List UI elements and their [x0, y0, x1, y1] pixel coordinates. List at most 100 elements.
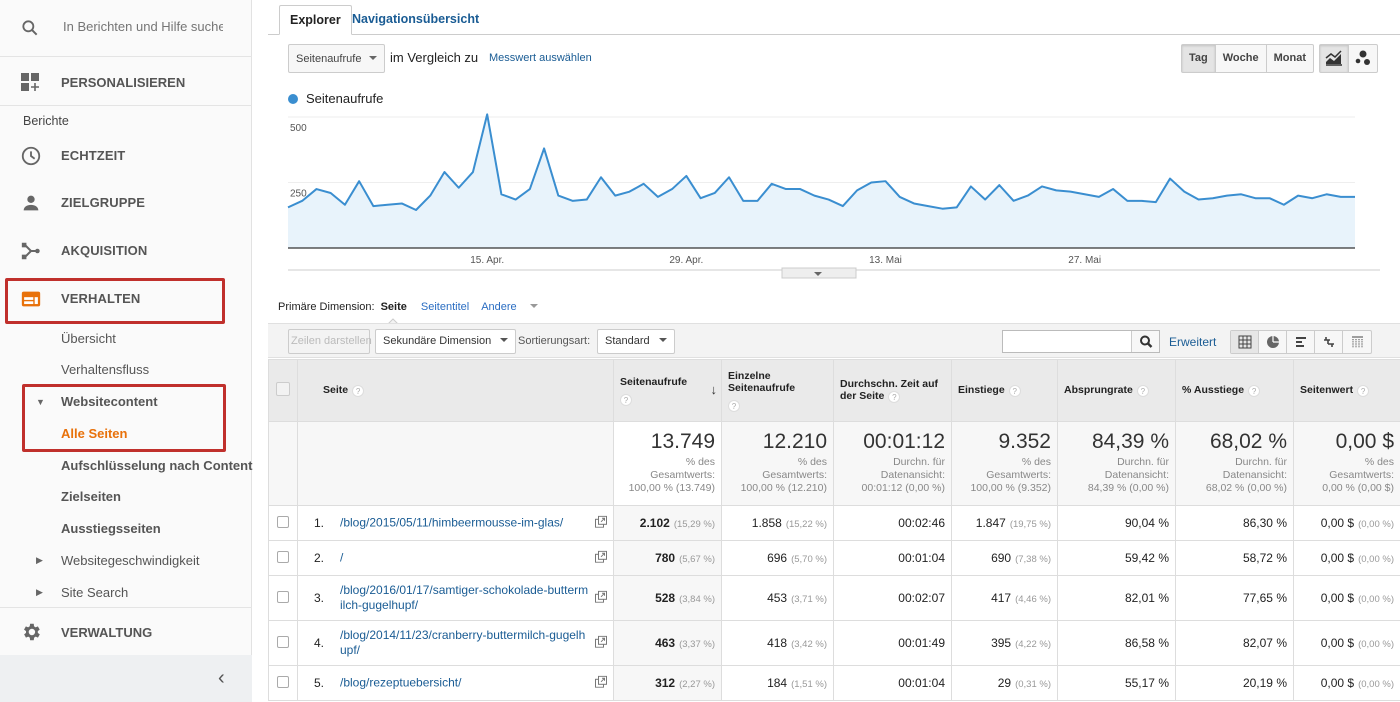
table-search-input[interactable]	[1002, 330, 1160, 353]
column-header-page-value[interactable]: Seitenwert?	[1293, 359, 1400, 422]
plot-rows-button[interactable]: Zeilen darstellen	[288, 329, 372, 354]
select-metric-link[interactable]: Messwert auswählen	[489, 52, 592, 64]
page-value-pct: (0,00 %)	[1358, 639, 1394, 650]
sidebar-subitem-content-drilldown[interactable]: Aufschlüsselung nach Content	[61, 458, 252, 473]
search-icon	[1140, 335, 1153, 348]
totals-avg-time: 00:01:12 Durchn. für Datenansicht: 00:01:12…	[833, 421, 952, 506]
bounce-rate-cell: 82,01 %	[1057, 575, 1176, 621]
table-search-button[interactable]	[1131, 331, 1159, 352]
granularity-toggle: Tag Woche Monat	[1181, 44, 1314, 73]
dimension-other[interactable]: Andere	[481, 301, 547, 313]
bounce-rate-cell: 86,58 %	[1057, 620, 1176, 666]
help-icon[interactable]: ?	[1008, 384, 1021, 397]
sidebar-collapse-bar[interactable]: ‹	[0, 655, 252, 702]
help-icon[interactable]: ?	[1136, 384, 1149, 397]
page-link[interactable]: /	[340, 551, 590, 566]
chevron-left-icon[interactable]: ‹	[218, 667, 225, 690]
sidebar-subitem-flow[interactable]: Verhaltensfluss	[61, 362, 149, 377]
row-checkbox[interactable]	[277, 675, 289, 688]
row-checkbox[interactable]	[277, 515, 289, 528]
sidebar-subitem-exit-pages[interactable]: Ausstiegsseiten	[61, 521, 161, 536]
column-header-avg-time[interactable]: Durchschn. Zeit auf der Seite?	[833, 359, 952, 422]
total-caption: Durchn. für Datenansicht: 00:01:12 (0,00 %…	[861, 456, 945, 494]
advanced-filter-link[interactable]: Erweitert	[1169, 335, 1216, 349]
collapsed-triangle-icon: ▶	[36, 587, 43, 597]
line-chart-button[interactable]	[1320, 45, 1349, 72]
sidebar-search[interactable]: In Berichten und Hilfe suche	[0, 0, 252, 57]
entrances-value: 1.847	[975, 516, 1006, 530]
sidebar-item-admin[interactable]: VERWALTUNG	[0, 607, 252, 655]
view-comparison-button[interactable]	[1315, 331, 1343, 353]
page-link[interactable]: /blog/2014/11/23/cranberry-buttermilch-g…	[340, 628, 590, 658]
tab-navigation-summary[interactable]: Navigationsübersicht	[342, 5, 489, 35]
page-value-cell: 0,00 $ (0,00 %)	[1293, 575, 1400, 621]
view-data-button[interactable]	[1231, 331, 1259, 353]
help-icon[interactable]: ?	[352, 384, 365, 397]
help-icon[interactable]: ?	[620, 393, 632, 406]
pageviews-cell: 2.102 (15,29 %)	[613, 505, 722, 541]
pageviews-chart[interactable]: 250 500 15. Apr. 29. Apr. 13. Mai 27. Mai	[268, 105, 1400, 285]
select-all-checkbox[interactable]	[276, 382, 290, 396]
row-checkbox[interactable]	[277, 635, 289, 648]
column-header-bounce-rate[interactable]: Absprungrate?	[1057, 359, 1176, 422]
view-pivot-button[interactable]	[1343, 331, 1371, 353]
sidebar-subitem-landing-pages[interactable]: Zielseiten	[61, 489, 121, 504]
sidebar-item-audience[interactable]: ZIELGRUPPE	[0, 182, 252, 222]
column-header-entrances[interactable]: Einstiege?	[951, 359, 1058, 422]
chart-legend[interactable]: Seitenaufrufe	[288, 91, 383, 106]
secondary-dimension-dropdown[interactable]: Sekundäre Dimension	[375, 329, 517, 354]
entrances-cell: 1.847 (19,75 %)	[951, 505, 1058, 541]
open-external-icon[interactable]	[595, 550, 607, 563]
unique-pageviews-cell: 418 (3,42 %)	[721, 620, 834, 666]
motion-chart-button[interactable]	[1349, 45, 1377, 72]
total-value: 12.210	[762, 430, 827, 453]
help-icon[interactable]: ?	[1248, 384, 1261, 397]
column-header-pageviews[interactable]: Seitenaufrufe? ↓	[613, 359, 722, 422]
dimension-page[interactable]: Seite	[381, 301, 407, 313]
open-external-icon[interactable]	[595, 635, 607, 648]
search-input[interactable]: In Berichten und Hilfe suche	[63, 19, 223, 34]
page-link[interactable]: /blog/rezeptuebersicht/	[340, 676, 590, 691]
view-pie-button[interactable]	[1259, 331, 1287, 353]
column-header-exit-pct[interactable]: % Ausstiege?	[1175, 359, 1294, 422]
page-link[interactable]: /blog/2016/01/17/samtiger-schokolade-but…	[340, 583, 590, 613]
table-row: 1. /blog/2015/05/11/himbeermousse-im-glas…	[268, 505, 1400, 541]
view-performance-button[interactable]	[1287, 331, 1315, 353]
page-cell: 1. /blog/2015/05/11/himbeermousse-im-glas…	[297, 505, 614, 541]
table-toolbar: Zeilen darstellen Sekundäre Dimension So…	[268, 323, 1400, 358]
page-cell: 2. /	[297, 540, 614, 576]
help-icon[interactable]: ?	[728, 399, 740, 412]
sidebar-item-personalize[interactable]: PERSONALISIEREN	[0, 57, 252, 106]
bounce-rate-cell: 59,42 %	[1057, 540, 1176, 576]
page-link[interactable]: /blog/2015/05/11/himbeermousse-im-glas/	[340, 516, 590, 531]
tab-explorer[interactable]: Explorer	[279, 5, 352, 35]
sort-descending-icon[interactable]: ↓	[711, 382, 718, 397]
sidebar-subitem-site-speed[interactable]: Websitegeschwindigkeit	[61, 553, 200, 568]
help-icon[interactable]: ?	[1357, 384, 1370, 397]
open-external-icon[interactable]	[595, 590, 607, 603]
open-external-icon[interactable]	[595, 675, 607, 688]
sidebar-item-realtime[interactable]: ECHTZEIT	[0, 135, 252, 175]
metric-dropdown[interactable]: Seitenaufrufe	[288, 44, 385, 73]
chevron-down-icon	[369, 56, 377, 60]
row-checkbox[interactable]	[277, 590, 289, 603]
sidebar-subitem-site-search[interactable]: Site Search	[61, 585, 128, 600]
sort-type-dropdown[interactable]: Standard	[597, 329, 675, 354]
row-checkbox-cell	[268, 665, 298, 701]
totals-pageviews: 13.749 % des Gesamtwerts: 100,00 % (13.749)	[613, 421, 722, 506]
open-external-icon[interactable]	[595, 515, 607, 528]
help-icon[interactable]: ?	[888, 390, 901, 403]
row-checkbox[interactable]	[277, 550, 289, 563]
granularity-week-button[interactable]: Woche	[1216, 45, 1267, 72]
dimension-page-title[interactable]: Seitentitel	[421, 301, 469, 313]
sidebar-item-acquisition[interactable]: AKQUISITION	[0, 230, 252, 270]
sidebar-subitem-overview[interactable]: Übersicht	[61, 331, 116, 346]
column-header-unique-pageviews[interactable]: Einzelne Seitenaufrufe?	[721, 359, 834, 422]
page-cell: 4. /blog/2014/11/23/cranberry-buttermilch…	[297, 620, 614, 666]
sidebar-item-label: ZIELGRUPPE	[61, 195, 146, 210]
granularity-day-button[interactable]: Tag	[1182, 45, 1216, 72]
column-header-page[interactable]: Seite?	[297, 359, 614, 422]
granularity-month-button[interactable]: Monat	[1267, 45, 1313, 72]
entrances-cell: 690 (7,38 %)	[951, 540, 1058, 576]
pageviews-pct: (5,67 %)	[679, 554, 715, 565]
